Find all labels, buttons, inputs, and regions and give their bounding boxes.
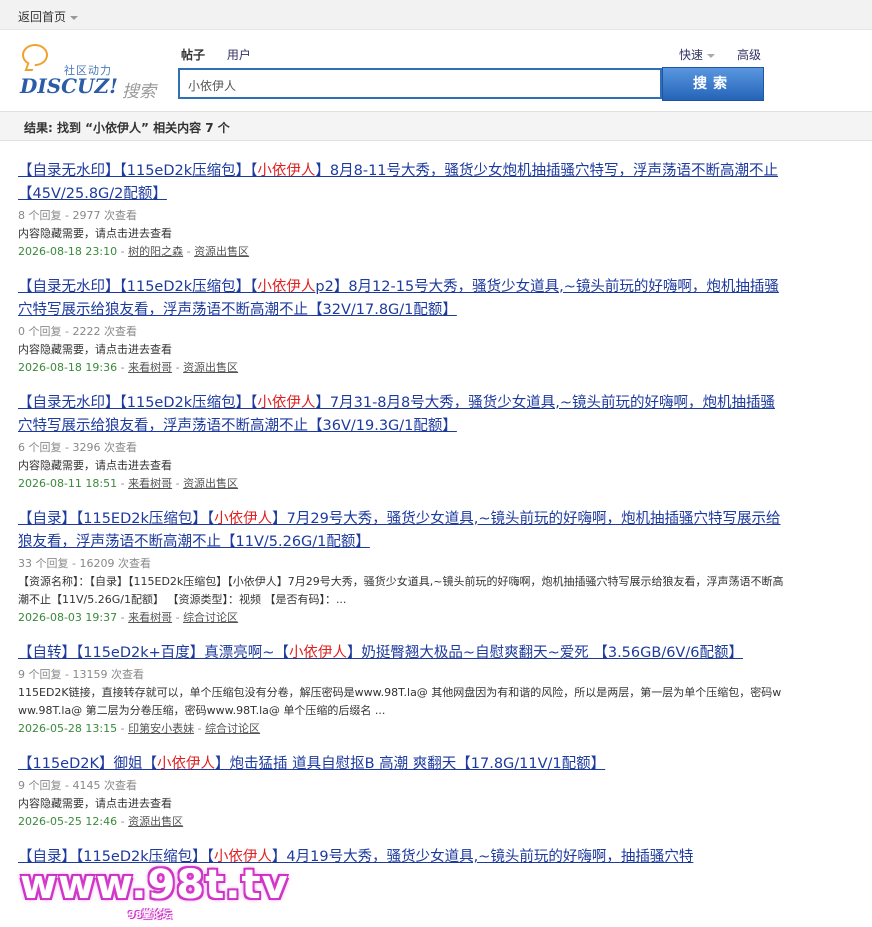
title-text[interactable]: 【自录】【115ED2k压缩包】【 bbox=[18, 511, 214, 527]
result-meta: 2026-08-18 19:36 - 来看树哥 - 资源出售区 bbox=[18, 361, 239, 374]
author-link[interactable]: 树的阳之森 bbox=[128, 245, 183, 258]
result-snippet: 内容隐藏需要，请点击进去查看 bbox=[18, 227, 172, 240]
search-type-tabs: 帖子 用户 bbox=[181, 46, 269, 63]
chevron-down-icon[interactable] bbox=[70, 15, 79, 20]
list-item: 【自录无水印】【115eD2k压缩包】【小依伊人】7月31-8月8号大秀，骚货少… bbox=[18, 392, 788, 493]
forum-link[interactable]: 资源出售区 bbox=[128, 815, 183, 828]
top-bar: 返回首页 bbox=[0, 0, 872, 30]
result-date: 2026-08-18 19:36 bbox=[18, 361, 118, 374]
chevron-down-icon[interactable] bbox=[707, 53, 716, 58]
discuz-logo[interactable]: 社区动力 DISCUZ! 搜索 bbox=[18, 44, 163, 102]
forum-link[interactable]: 综合讨论区 bbox=[205, 722, 260, 735]
author-link[interactable]: 来看树哥 bbox=[128, 477, 172, 490]
result-summary: 结果: 找到 “小依伊人” 相关内容 7 个 bbox=[24, 121, 230, 135]
author-link[interactable]: 来看树哥 bbox=[128, 361, 172, 374]
result-title-link[interactable]: 【自录无水印】【115eD2k压缩包】【小依伊人p2】8月12-15号大秀，骚货… bbox=[18, 276, 788, 322]
result-stats: 9 个回复 - 13159 次查看 bbox=[18, 668, 144, 681]
search-input[interactable]: 小依伊人 bbox=[178, 68, 662, 99]
watermark-sub: 98堂论坛 bbox=[128, 910, 172, 921]
search-button[interactable]: 搜索 bbox=[662, 67, 764, 101]
result-date: 2026-05-28 13:15 bbox=[18, 722, 118, 735]
title-text[interactable]: 【自录无水印】【115eD2k压缩包】【 bbox=[18, 163, 257, 179]
forum-link[interactable]: 资源出售区 bbox=[194, 245, 249, 258]
logo-search-text: 搜索 bbox=[122, 82, 156, 102]
result-stats: 8 个回复 - 2977 次查看 bbox=[18, 209, 137, 222]
title-text[interactable]: 】炮击猛插 道具自慰抠B 高潮 爽翻天【17.8G/11V/1配额】 bbox=[215, 756, 605, 772]
list-item: 【自录】【115ED2k压缩包】【小依伊人】7月29号大秀，骚货少女道具,~镜头… bbox=[18, 508, 788, 627]
result-snippet: 115ED2K链接，直接转存就可以，单个压缩包没有分卷，解压密码是www.98T… bbox=[18, 686, 782, 717]
results-list: 【自录无水印】【115eD2k压缩包】【小依伊人】8月8-11号大秀，骚货少女炮… bbox=[18, 160, 788, 884]
result-meta: 2026-08-18 23:10 - 树的阳之森 - 资源出售区 bbox=[18, 245, 250, 258]
back-home-label[interactable]: 返回首页 bbox=[18, 10, 66, 24]
advanced-search-link[interactable]: 高级 bbox=[737, 46, 761, 63]
result-stats: 33 个回复 - 16209 次查看 bbox=[18, 557, 151, 570]
title-text[interactable]: 】奶挺臀翘大极品~自慰爽翻天~爱死 【3.56GB/6V/6配额】 bbox=[347, 645, 743, 661]
result-title-link[interactable]: 【115eD2K】御姐【小依伊人】炮击猛插 道具自慰抠B 高潮 爽翻天【17.8… bbox=[18, 753, 788, 776]
keyword-highlight[interactable]: 小依伊人 bbox=[157, 756, 215, 772]
result-meta: 2026-08-03 19:37 - 来看树哥 - 综合讨论区 bbox=[18, 611, 239, 624]
title-text[interactable]: 【自转】【115eD2k+百度】真漂亮啊~【 bbox=[18, 645, 289, 661]
quick-search-label[interactable]: 快速 bbox=[679, 48, 703, 62]
result-date: 2026-08-11 18:51 bbox=[18, 477, 118, 490]
quick-search-dropdown[interactable]: 快速 bbox=[679, 46, 716, 63]
result-snippet: 内容隐藏需要，请点击进去查看 bbox=[18, 797, 172, 810]
result-meta: 2026-05-28 13:15 - 印第安小表妹 - 综合讨论区 bbox=[18, 722, 261, 735]
result-date: 2026-08-03 19:37 bbox=[18, 611, 118, 624]
author-link[interactable]: 来看树哥 bbox=[128, 611, 172, 624]
result-summary-bar: 结果: 找到 “小依伊人” 相关内容 7 个 bbox=[0, 111, 872, 141]
result-snippet: 内容隐藏需要，请点击进去查看 bbox=[18, 459, 172, 472]
speech-bubble-tail bbox=[24, 63, 36, 71]
result-meta: 2026-08-11 18:51 - 来看树哥 - 资源出售区 bbox=[18, 477, 239, 490]
keyword-highlight[interactable]: 小依伊人 bbox=[257, 163, 315, 179]
back-home-link[interactable]: 返回首页 bbox=[18, 8, 79, 25]
author-link[interactable]: 印第安小表妹 bbox=[128, 722, 194, 735]
watermark-logo: www.98t.tv bbox=[20, 862, 289, 908]
forum-link[interactable]: 资源出售区 bbox=[183, 477, 238, 490]
tab-users[interactable]: 用户 bbox=[227, 48, 251, 62]
title-text[interactable]: 【自录无水印】【115eD2k压缩包】【 bbox=[18, 279, 257, 295]
result-snippet: 内容隐藏需要，请点击进去查看 bbox=[18, 343, 172, 356]
list-item: 【自转】【115eD2k+百度】真漂亮啊~【小依伊人】奶挺臀翘大极品~自慰爽翻天… bbox=[18, 642, 788, 738]
result-stats: 0 个回复 - 2222 次查看 bbox=[18, 325, 137, 338]
keyword-highlight[interactable]: 小依伊人 bbox=[257, 395, 315, 411]
keyword-highlight[interactable]: 小依伊人 bbox=[214, 511, 272, 527]
result-meta: 2026-05-25 12:46 - 资源出售区 bbox=[18, 815, 184, 828]
result-stats: 6 个回复 - 3296 次查看 bbox=[18, 441, 137, 454]
title-text[interactable]: 【115eD2K】御姐【 bbox=[18, 756, 157, 772]
result-date: 2026-05-25 12:46 bbox=[18, 815, 118, 828]
title-text[interactable]: 【自录无水印】【115eD2k压缩包】【 bbox=[18, 395, 257, 411]
logo-wordmark: DISCUZ! bbox=[20, 74, 118, 98]
result-date: 2026-08-18 23:10 bbox=[18, 245, 118, 258]
list-item: 【自录无水印】【115eD2k压缩包】【小依伊人】8月8-11号大秀，骚货少女炮… bbox=[18, 160, 788, 261]
result-title-link[interactable]: 【自录无水印】【115eD2k压缩包】【小依伊人】7月31-8月8号大秀，骚货少… bbox=[18, 392, 788, 438]
forum-link[interactable]: 综合讨论区 bbox=[183, 611, 238, 624]
result-title-link[interactable]: 【自转】【115eD2k+百度】真漂亮啊~【小依伊人】奶挺臀翘大极品~自慰爽翻天… bbox=[18, 642, 788, 665]
tab-posts[interactable]: 帖子 bbox=[181, 48, 205, 62]
list-item: 【115eD2K】御姐【小依伊人】炮击猛插 道具自慰抠B 高潮 爽翻天【17.8… bbox=[18, 753, 788, 831]
keyword-highlight[interactable]: 小依伊人 bbox=[257, 279, 315, 295]
list-item: 【自录无水印】【115eD2k压缩包】【小依伊人p2】8月12-15号大秀，骚货… bbox=[18, 276, 788, 377]
keyword-highlight[interactable]: 小依伊人 bbox=[289, 645, 347, 661]
result-title-link[interactable]: 【自录无水印】【115eD2k压缩包】【小依伊人】8月8-11号大秀，骚货少女炮… bbox=[18, 160, 788, 206]
forum-link[interactable]: 资源出售区 bbox=[183, 361, 238, 374]
title-text[interactable]: 】4月19号大秀，骚货少女道具,~镜头前玩的好嗨啊，抽插骚穴特 bbox=[272, 849, 693, 865]
result-title-link[interactable]: 【自录】【115ED2k压缩包】【小依伊人】7月29号大秀，骚货少女道具,~镜头… bbox=[18, 508, 788, 554]
header: 社区动力 DISCUZ! 搜索 帖子 用户 快速 高级 小依伊人 搜索 bbox=[0, 30, 872, 110]
result-stats: 9 个回复 - 4145 次查看 bbox=[18, 779, 137, 792]
result-snippet: 【资源名称】：【自录】【115ED2k压缩包】【小依伊人】7月29号大秀，骚货少… bbox=[18, 575, 784, 606]
